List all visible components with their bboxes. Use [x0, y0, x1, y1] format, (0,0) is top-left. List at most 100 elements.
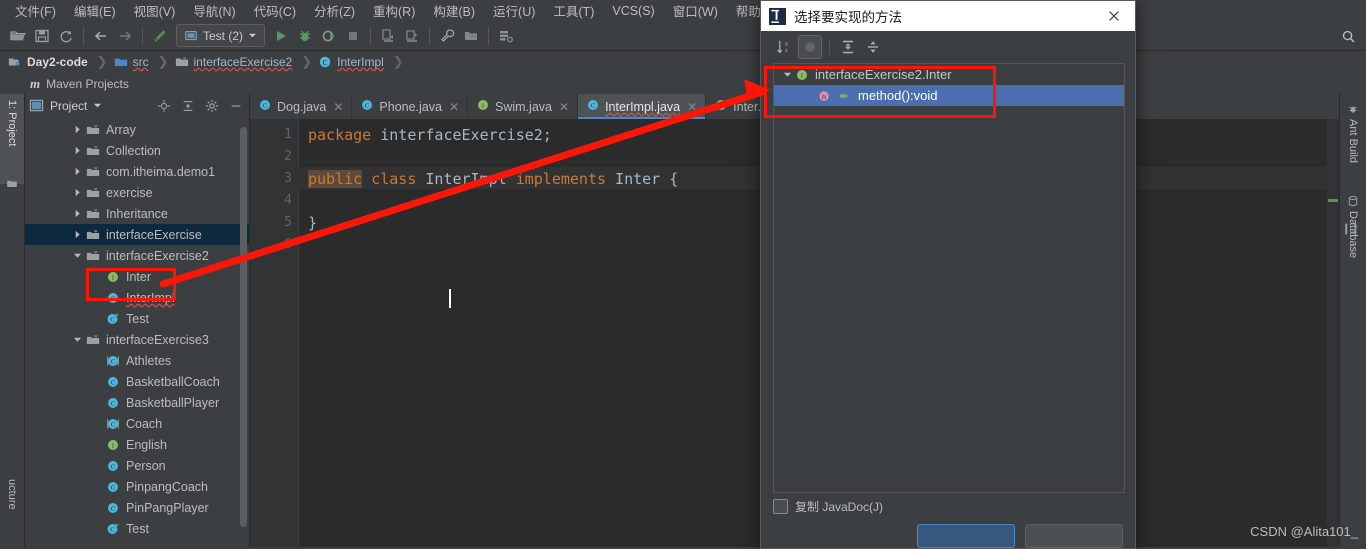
project-tree[interactable]: Array Collection com.itheima.demo1 exercise… — [25, 117, 249, 547]
menu-item-run[interactable]: 运行(U) — [484, 0, 544, 22]
tree-node-test[interactable]: C Test — [25, 518, 249, 539]
project-structure-icon[interactable] — [459, 24, 483, 48]
tree-arrow[interactable] — [91, 502, 103, 514]
tree-node-exercise[interactable]: exercise — [25, 182, 249, 203]
breadcrumb-item-src[interactable]: src ❯ — [112, 54, 173, 70]
sort-alphabetically-icon[interactable]: az — [773, 36, 795, 58]
tree-arrow[interactable] — [91, 355, 103, 367]
settings-wrench-icon[interactable] — [435, 24, 459, 48]
sidebar-item-ant-build[interactable]: Ant Build — [1340, 98, 1366, 192]
menu-item-view[interactable]: 视图(V) — [125, 0, 185, 22]
tree-node-basketballcoach[interactable]: C BasketballCoach — [25, 371, 249, 392]
locate-icon[interactable] — [155, 97, 173, 115]
tree-node-interfaceexercise3[interactable]: interfaceExercise3 — [25, 329, 249, 350]
stop-icon[interactable] — [341, 24, 365, 48]
tree-arrow[interactable] — [71, 187, 83, 199]
breadcrumb-item-class[interactable]: C InterImpl ❯ — [316, 54, 408, 70]
chevron-down-icon[interactable] — [73, 251, 82, 260]
settings-gear-icon[interactable] — [203, 97, 221, 115]
menu-item-navigate[interactable]: 导航(N) — [184, 0, 244, 22]
close-icon[interactable]: ✕ — [449, 100, 459, 114]
tree-node-com-itheima-demo1[interactable]: com.itheima.demo1 — [25, 161, 249, 182]
tree-node-test[interactable]: C Test — [25, 308, 249, 329]
tree-node-pinpangcoach[interactable]: C PinpangCoach — [25, 476, 249, 497]
editor-tab-interimpl-java[interactable]: C InterImpl.java ✕ — [578, 94, 707, 119]
menu-item-analyze[interactable]: 分析(Z) — [305, 0, 364, 22]
sync-icon[interactable] — [54, 24, 78, 48]
debug-icon[interactable] — [293, 24, 317, 48]
tree-node-interfaceexercise2[interactable]: interfaceExercise2 — [25, 245, 249, 266]
chevron-right-icon[interactable] — [73, 188, 82, 197]
tree-node-athletes[interactable]: C Athletes — [25, 350, 249, 371]
tree-node-basketballplayer[interactable]: C BasketballPlayer — [25, 392, 249, 413]
chevron-down-icon[interactable] — [73, 335, 82, 344]
tree-arrow[interactable] — [71, 334, 83, 346]
collapse-all-icon[interactable] — [179, 97, 197, 115]
forward-arrow-icon[interactable] — [113, 24, 137, 48]
attach-profiler-icon[interactable] — [400, 24, 424, 48]
run-icon[interactable] — [269, 24, 293, 48]
menu-item-code[interactable]: 代码(C) — [245, 0, 305, 22]
chevron-right-icon[interactable] — [73, 146, 82, 155]
tree-arrow[interactable] — [71, 250, 83, 262]
profile-icon[interactable] — [376, 24, 400, 48]
close-icon[interactable]: ✕ — [333, 100, 343, 114]
tree-arrow[interactable] — [91, 439, 103, 451]
sidebar-item-project[interactable]: 1: Project — [0, 94, 24, 184]
sidebar-item-database[interactable]: Database — [1340, 190, 1366, 290]
menu-item-refactor[interactable]: 重构(R) — [364, 0, 424, 22]
editor-scrollbar[interactable] — [1327, 119, 1339, 547]
hide-panel-icon[interactable] — [227, 97, 245, 115]
tree-node-english[interactable]: I English — [25, 434, 249, 455]
editor-tab-dog-java[interactable]: C Dog.java ✕ — [250, 94, 353, 119]
methods-tree[interactable]: IinterfaceExercise2.Inter m method():void — [773, 63, 1125, 493]
close-icon[interactable]: ✕ — [559, 100, 569, 114]
collapse-all-icon[interactable] — [862, 36, 884, 58]
tree-arrow[interactable] — [71, 208, 83, 220]
breadcrumb-item-module[interactable]: Day2-code ❯ — [6, 54, 112, 70]
tree-arrow[interactable] — [91, 397, 103, 409]
tree-arrow[interactable] — [71, 229, 83, 241]
open-folder-icon[interactable] — [6, 24, 30, 48]
close-icon[interactable]: ✕ — [687, 100, 697, 114]
menu-item-tools[interactable]: 工具(T) — [544, 0, 603, 22]
copy-javadoc-row[interactable]: 复制 JavaDoc(J) — [761, 493, 1135, 519]
tree-node-array[interactable]: Array — [25, 119, 249, 140]
tree-arrow[interactable] — [71, 124, 83, 136]
editor-tab-swim-java[interactable]: I Swim.java ✕ — [468, 94, 579, 119]
tree-arrow[interactable] — [91, 313, 103, 325]
chevron-right-icon[interactable] — [73, 209, 82, 218]
project-tree-scrollbar[interactable] — [240, 127, 247, 527]
close-icon[interactable] — [1101, 3, 1127, 29]
run-configuration-selector[interactable]: Test (2) — [176, 24, 266, 47]
menu-item-vcs[interactable]: VCS(S) — [603, 2, 663, 20]
chevron-down-icon[interactable] — [93, 101, 102, 110]
chevron-right-icon[interactable] — [73, 167, 82, 176]
tree-arrow[interactable] — [71, 145, 83, 157]
sdk-manager-icon[interactable] — [494, 24, 518, 48]
tree-arrow[interactable] — [91, 481, 103, 493]
build-hammer-icon[interactable] — [148, 24, 172, 48]
show-inherited-toggle-icon[interactable] — [798, 35, 822, 59]
tree-node-interfaceexercise[interactable]: interfaceExercise — [25, 224, 249, 245]
tree-node-coach[interactable]: C Coach — [25, 413, 249, 434]
editor-tab-phone-java[interactable]: C Phone.java ✕ — [352, 94, 469, 119]
menu-item-window[interactable]: 窗口(W) — [664, 0, 727, 22]
tree-node-inheritance[interactable]: Inheritance — [25, 203, 249, 224]
tree-node-collection[interactable]: Collection — [25, 140, 249, 161]
copy-javadoc-checkbox[interactable] — [773, 498, 788, 514]
chevron-right-icon[interactable] — [73, 230, 82, 239]
chevron-right-icon[interactable] — [73, 125, 82, 134]
tree-arrow[interactable] — [91, 418, 103, 430]
breadcrumb-item-package[interactable]: interfaceExercise2 ❯ — [173, 54, 317, 70]
tree-arrow[interactable] — [91, 376, 103, 388]
back-arrow-icon[interactable] — [89, 24, 113, 48]
tree-node-pinpangplayer[interactable]: C PinPangPlayer — [25, 497, 249, 518]
run-with-coverage-icon[interactable] — [317, 24, 341, 48]
expand-all-icon[interactable] — [837, 36, 859, 58]
search-everywhere-icon[interactable] — [1336, 24, 1360, 48]
menu-item-build[interactable]: 构建(B) — [424, 0, 484, 22]
maven-projects-bar[interactable]: m Maven Projects — [0, 73, 1366, 96]
tree-arrow[interactable] — [91, 460, 103, 472]
cancel-button[interactable] — [1025, 524, 1123, 548]
